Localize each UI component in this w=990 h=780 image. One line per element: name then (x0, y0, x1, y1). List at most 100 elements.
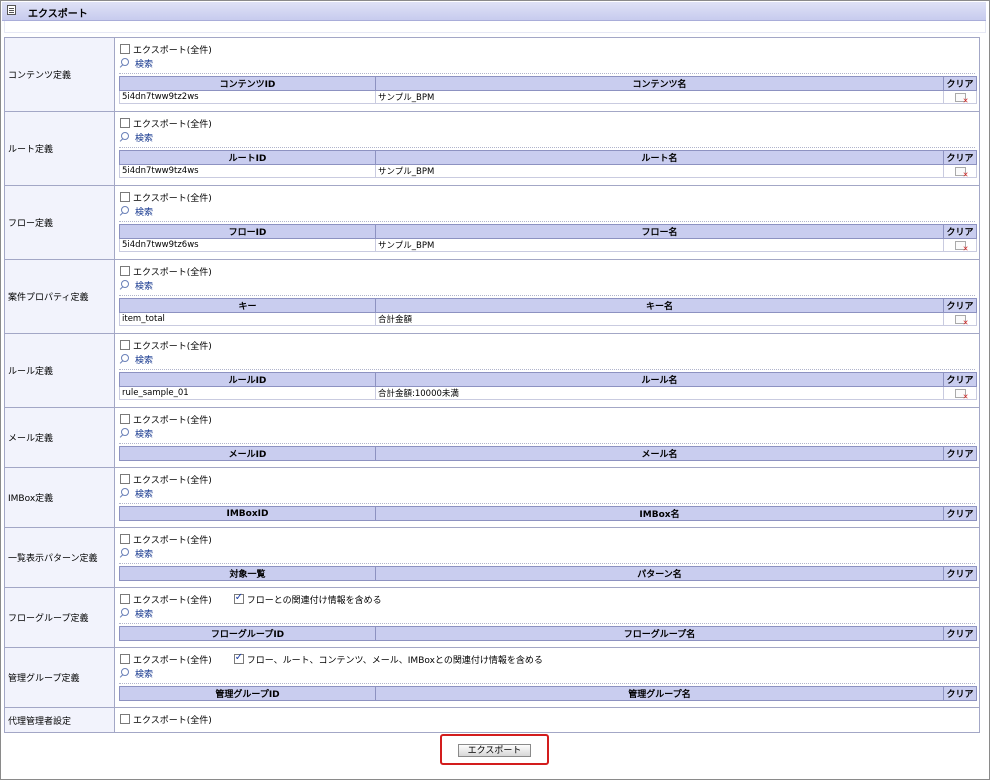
export-options: エクスポート(全件) (115, 711, 979, 727)
clear-cell (943, 238, 977, 252)
delete-icon[interactable] (954, 167, 969, 177)
search-link[interactable]: 検索 (115, 205, 979, 218)
search-icon (121, 428, 129, 436)
column-header: クリア (943, 566, 977, 581)
search-icon (121, 668, 129, 676)
page-title: エクスポート (28, 9, 88, 20)
export-all-label: エクスポート(全件) (133, 267, 212, 278)
search-label: 検索 (135, 207, 154, 218)
table-row: 5i4dn7tww9tz4ws サンプル_BPM (119, 164, 977, 178)
admin-content: エクスポート(全件) (114, 707, 980, 733)
delete-icon[interactable] (954, 93, 969, 103)
column-header: クリア (943, 686, 977, 701)
table-row: 5i4dn7tww9tz6ws サンプル_BPM (119, 238, 977, 252)
search-link[interactable]: 検索 (115, 57, 979, 70)
table-row: rule_sample_01 合計金額:10000未満 (119, 386, 977, 400)
search-link[interactable]: 検索 (115, 487, 979, 500)
export-all-checkbox[interactable] (120, 654, 130, 664)
selection-table: コンテンツID コンテンツ名 クリア 5i4dn7tww9tz2ws サンプル_BPM (119, 76, 977, 104)
separator (119, 443, 975, 444)
export-all-checkbox[interactable] (120, 714, 130, 724)
export-all-label: エクスポート(全件) (133, 119, 212, 130)
section-content: エクスポート(全件) 検索 コンテンツID コンテンツ名 クリア 5i4dn7tww9tz… (114, 37, 980, 112)
separator (119, 369, 975, 370)
delete-icon[interactable] (954, 315, 969, 325)
column-header: クリア (943, 76, 977, 91)
section-label: フローグループ定義 (4, 587, 115, 648)
export-all-checkbox[interactable] (120, 192, 130, 202)
column-header: クリア (943, 298, 977, 313)
export-all-checkbox[interactable] (120, 340, 130, 350)
column-header: IMBoxID (119, 506, 376, 521)
export-all-checkbox[interactable] (120, 414, 130, 424)
search-label: 検索 (135, 669, 154, 680)
include-relations-checkbox[interactable] (233, 592, 244, 604)
search-link[interactable]: 検索 (115, 607, 979, 620)
column-header: ルート名 (375, 150, 944, 165)
column-header: パターン名 (375, 566, 944, 581)
column-header: メールID (119, 446, 376, 461)
export-all-label: エクスポート(全件) (133, 341, 212, 352)
section-label: ルート定義 (4, 111, 115, 186)
table-header: ルールID ルール名 クリア (119, 372, 977, 387)
export-all-checkbox[interactable] (120, 44, 130, 54)
row-name: 合計金額:10000未満 (375, 386, 944, 400)
export-all-label: エクスポート(全件) (133, 475, 212, 486)
search-label: 検索 (135, 609, 154, 620)
separator (119, 221, 975, 222)
column-header: クリア (943, 626, 977, 641)
export-options: エクスポート(全件) (115, 41, 979, 57)
row-name: サンプル_BPM (375, 238, 944, 252)
export-options: エクスポート(全件) フローとの関連付け情報を含める (115, 591, 979, 607)
row-id: item_total (119, 312, 376, 326)
table-header: フローID フロー名 クリア (119, 224, 977, 239)
search-label: 検索 (135, 429, 154, 440)
column-header: コンテンツID (119, 76, 376, 91)
export-options: エクスポート(全件) (115, 411, 979, 427)
clear-cell (943, 386, 977, 400)
title-bar: エクスポート (2, 2, 986, 21)
search-link[interactable]: 検索 (115, 353, 979, 366)
search-link[interactable]: 検索 (115, 547, 979, 560)
export-all-checkbox[interactable] (120, 266, 130, 276)
selection-table: 管理グループID 管理グループ名 クリア (119, 686, 977, 701)
export-options: エクスポート(全件) (115, 115, 979, 131)
search-link[interactable]: 検索 (115, 427, 979, 440)
section-content: エクスポート(全件) 検索 キー キー名 クリア item_total 合計金額 (114, 259, 980, 334)
delete-icon[interactable] (954, 241, 969, 251)
separator (119, 73, 975, 74)
section-row: IMBox定義 エクスポート(全件) 検索 IMBoxID IMBox名 クリア (4, 467, 980, 528)
section-row: 管理グループ定義 エクスポート(全件) フロー、ルート、コンテンツ、メール、IMBo… (4, 647, 980, 708)
section-label: フロー定義 (4, 185, 115, 260)
search-link[interactable]: 検索 (115, 279, 979, 292)
table-header: 対象一覧 パターン名 クリア (119, 566, 977, 581)
search-label: 検索 (135, 133, 154, 144)
column-header: ルール名 (375, 372, 944, 387)
admin-label: 代理管理者設定 (4, 707, 115, 733)
search-icon (121, 280, 129, 288)
export-button[interactable]: エクスポート (458, 744, 531, 757)
search-icon (121, 608, 129, 616)
export-all-checkbox[interactable] (120, 594, 130, 604)
title-underline (4, 21, 986, 33)
export-all-checkbox[interactable] (120, 118, 130, 128)
export-all-label: エクスポート(全件) (133, 535, 212, 546)
row-id: 5i4dn7tww9tz2ws (119, 90, 376, 104)
row-name: 合計金額 (375, 312, 944, 326)
search-icon (121, 132, 129, 140)
search-link[interactable]: 検索 (115, 667, 979, 680)
separator (119, 563, 975, 564)
column-header: フローグループ名 (375, 626, 944, 641)
export-all-checkbox[interactable] (120, 474, 130, 484)
separator (119, 503, 975, 504)
selection-table: フローグループID フローグループ名 クリア (119, 626, 977, 641)
search-link[interactable]: 検索 (115, 131, 979, 144)
section-row: 案件プロパティ定義 エクスポート(全件) 検索 キー キー名 クリア item_total 合… (4, 259, 980, 334)
section-content: エクスポート(全件) 検索 IMBoxID IMBox名 クリア (114, 467, 980, 528)
delete-icon[interactable] (954, 389, 969, 399)
section-content: エクスポート(全件) 検索 メールID メール名 クリア (114, 407, 980, 468)
export-all-checkbox[interactable] (120, 534, 130, 544)
search-label: 検索 (135, 355, 154, 366)
export-options: エクスポート(全件) (115, 189, 979, 205)
include-relations-checkbox[interactable] (233, 652, 244, 664)
